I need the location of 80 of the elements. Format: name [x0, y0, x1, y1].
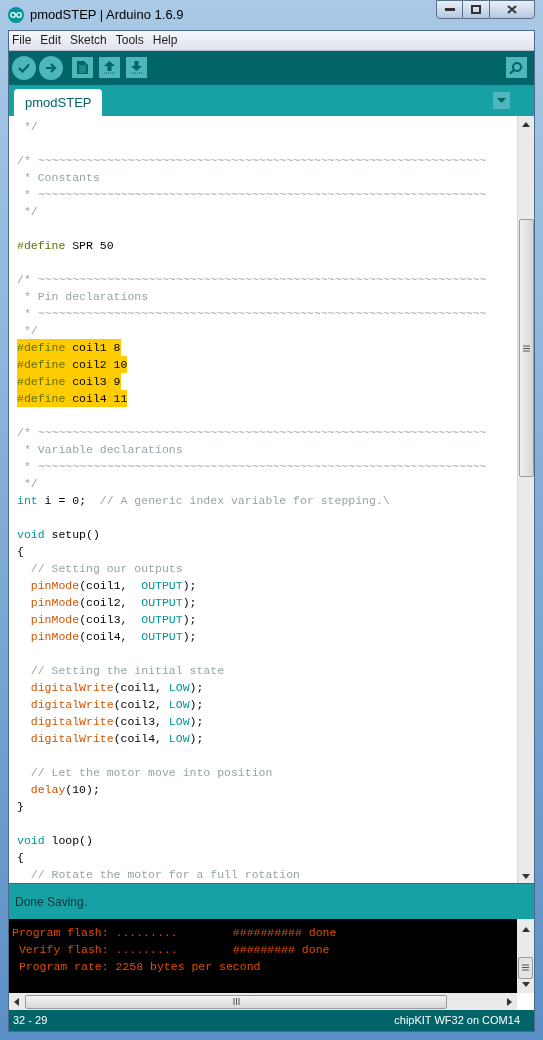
upload-button[interactable]	[39, 55, 63, 80]
code-line: int i = 0; // A generic index variable for stepping.\	[17, 493, 390, 510]
maximize-icon	[471, 5, 481, 14]
right-arrow-icon	[45, 62, 57, 73]
maximize-button[interactable]	[463, 0, 489, 19]
serial-monitor-button[interactable]	[506, 57, 527, 79]
code-line: {	[17, 544, 24, 561]
scroll-up-icon	[522, 122, 530, 128]
code-line: * Variable declarations	[22, 442, 183, 459]
code-line: }	[17, 799, 24, 816]
code-line: /* ~~~~~~~~~~~~~~~~~~~~~~~~~~~~~~~~~~~~~~~~~~~~~~~~~~~~~~~~~~~~~~~~~	[17, 425, 487, 442]
menu-item[interactable]: File	[12, 31, 32, 50]
file-tab[interactable]: pmodSTEP	[14, 89, 103, 117]
code-line: void setup()	[17, 527, 100, 544]
new-button[interactable]	[72, 57, 93, 79]
scroll-down-icon	[522, 874, 530, 880]
code-line: pinMode(coil4, OUTPUT);	[29, 629, 197, 646]
code-line: * Pin declarations	[22, 289, 149, 306]
cursor-position: 32 - 29	[13, 1013, 48, 1029]
code-line: digitalWrite(coil2, LOW);	[29, 697, 204, 714]
scroll-up-icon	[521, 926, 530, 932]
code-line: // Setting the initial state	[29, 663, 225, 680]
scroll-down-icon	[521, 982, 530, 988]
code-line: */	[22, 204, 38, 221]
grip-icon	[232, 998, 240, 1006]
minimize-icon	[444, 8, 455, 11]
minimize-button[interactable]	[436, 0, 463, 19]
code-line: */	[22, 476, 38, 493]
code-line: pinMode(coil1, OUTPUT);	[29, 578, 197, 595]
scroll-left-icon	[14, 997, 19, 1006]
close-button[interactable]	[489, 0, 535, 19]
code-line: #define SPR 50	[17, 238, 114, 255]
board-port-label: chipKIT WF32 on COM14	[394, 1013, 520, 1029]
scrollbar-thumb[interactable]	[518, 219, 534, 478]
menu-item[interactable]: Sketch	[70, 31, 107, 50]
code-line: delay(10);	[29, 782, 100, 799]
save-button[interactable]	[126, 57, 147, 79]
open-button[interactable]	[99, 57, 120, 79]
console-scrollbar[interactable]	[517, 918, 534, 994]
code-line: pinMode(coil3, OUTPUT);	[29, 612, 197, 629]
document-icon	[77, 61, 88, 75]
vertical-scrollbar[interactable]	[517, 116, 534, 884]
verify-button[interactable]	[12, 55, 36, 80]
scrollbar-thumb[interactable]	[518, 956, 533, 979]
grip-icon	[522, 344, 530, 352]
code-line: * Constants	[22, 170, 100, 187]
code-line: * ~~~~~~~~~~~~~~~~~~~~~~~~~~~~~~~~~~~~~~~~~~~~~~~~~~~~~~~~~~~~~~~~~	[22, 187, 487, 204]
menu-item[interactable]: Edit	[40, 31, 62, 50]
menu-item[interactable]: Tools	[115, 31, 144, 50]
close-icon	[507, 5, 517, 14]
code-line: /* ~~~~~~~~~~~~~~~~~~~~~~~~~~~~~~~~~~~~~~~~~~~~~~~~~~~~~~~~~~~~~~~~~	[17, 153, 487, 170]
grip-icon	[522, 964, 529, 972]
window-title: pmodSTEP | Arduino 1.6.9	[30, 6, 184, 25]
code-line: // Rotate the motor for a full rotation	[29, 867, 300, 884]
scroll-right-icon	[507, 997, 512, 1006]
code-line: digitalWrite(coil3, LOW);	[29, 714, 204, 731]
code-line: * ~~~~~~~~~~~~~~~~~~~~~~~~~~~~~~~~~~~~~~~~~~~~~~~~~~~~~~~~~~~~~~~~~	[22, 459, 487, 476]
up-arrow-icon	[103, 61, 116, 75]
code-line: {	[17, 850, 24, 867]
code-line: pinMode(coil2, OUTPUT);	[29, 595, 197, 612]
magnifier-icon	[509, 61, 524, 75]
code-line: */	[22, 323, 38, 340]
code-line: * ~~~~~~~~~~~~~~~~~~~~~~~~~~~~~~~~~~~~~~~~~~~~~~~~~~~~~~~~~~~~~~~~~	[22, 306, 487, 323]
checkmark-icon	[18, 62, 30, 73]
horizontal-scrollbar[interactable]	[9, 993, 517, 1011]
scrollbar-thumb[interactable]	[25, 994, 447, 1009]
code-line: digitalWrite(coil1, LOW);	[29, 680, 204, 697]
tab-menu-button[interactable]	[493, 91, 510, 109]
console-output: Program flash: ......... ########## done Verify flash: ......... ######### done Program rate: 2258 bytes per second	[11, 924, 338, 975]
code-line: // Setting our outputs	[29, 561, 183, 578]
menu-item[interactable]: Help	[152, 31, 178, 50]
code-line: // Let the motor move into position	[29, 765, 273, 782]
status-message: Done Saving.	[15, 893, 88, 911]
code-line: digitalWrite(coil4, LOW);	[29, 731, 204, 748]
caret-icon	[497, 97, 506, 103]
code-line: */	[22, 119, 38, 136]
app-logo-icon	[8, 7, 24, 23]
code-line: void loop()	[17, 833, 93, 850]
code-line: /* ~~~~~~~~~~~~~~~~~~~~~~~~~~~~~~~~~~~~~~~~~~~~~~~~~~~~~~~~~~~~~~~~~	[17, 272, 487, 289]
down-arrow-icon	[130, 61, 143, 75]
